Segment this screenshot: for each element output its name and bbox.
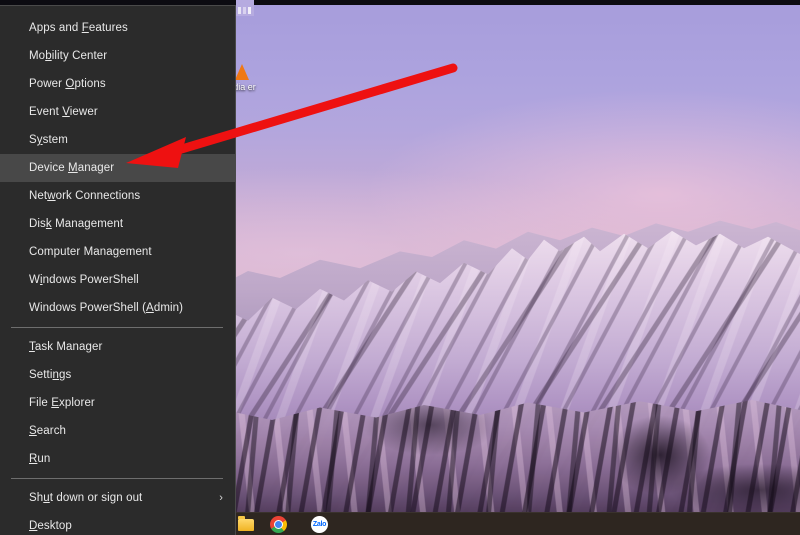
menu-item-shut-down-or-sign-out[interactable]: Shut down or sign out › bbox=[0, 484, 235, 512]
winx-power-user-menu: Apps and Features Mobility Center Power … bbox=[0, 5, 236, 535]
menu-item-task-manager[interactable]: Task Manager bbox=[0, 333, 235, 361]
menu-item-label: Shut down or sign out bbox=[29, 492, 142, 504]
menu-item-windows-powershell-admin[interactable]: Windows PowerShell (Admin) bbox=[0, 294, 235, 322]
taskbar-file-explorer-icon[interactable] bbox=[238, 516, 255, 533]
menu-item-settings[interactable]: Settings bbox=[0, 361, 235, 389]
menu-item-label: Apps and Features bbox=[29, 22, 128, 34]
chrome-icon-hub bbox=[274, 520, 283, 529]
vlc-cone-icon bbox=[235, 64, 249, 80]
menu-item-mobility-center[interactable]: Mobility Center bbox=[0, 42, 235, 70]
menu-item-label: Windows PowerShell bbox=[29, 274, 139, 286]
menu-item-event-viewer[interactable]: Event Viewer bbox=[0, 98, 235, 126]
menu-item-label: Task Manager bbox=[29, 341, 102, 353]
menu-item-label: System bbox=[29, 134, 68, 146]
taskbar-zalo-icon[interactable]: Zalo bbox=[311, 516, 328, 533]
menu-item-file-explorer[interactable]: File Explorer bbox=[0, 389, 235, 417]
menu-item-label: Mobility Center bbox=[29, 50, 107, 62]
menu-item-label: Event Viewer bbox=[29, 106, 98, 118]
menu-item-computer-management[interactable]: Computer Management bbox=[0, 238, 235, 266]
menu-item-system[interactable]: System bbox=[0, 126, 235, 154]
menu-item-device-manager[interactable]: Device Manager bbox=[0, 154, 235, 182]
folder-icon bbox=[238, 519, 254, 531]
menu-item-label: Run bbox=[29, 453, 50, 465]
taskbar-chrome-icon[interactable] bbox=[270, 516, 287, 533]
menu-item-network-connections[interactable]: Network Connections bbox=[0, 182, 235, 210]
menu-item-label: Desktop bbox=[29, 520, 72, 532]
menu-item-label: Computer Management bbox=[29, 246, 152, 258]
menu-item-run[interactable]: Run bbox=[0, 445, 235, 473]
menu-item-search[interactable]: Search bbox=[0, 417, 235, 445]
menu-item-desktop[interactable]: Desktop bbox=[0, 512, 235, 535]
zalo-icon: Zalo bbox=[311, 516, 328, 533]
menu-item-label: Search bbox=[29, 425, 66, 437]
chevron-right-icon: › bbox=[219, 484, 223, 512]
menu-item-label: Power Options bbox=[29, 78, 106, 90]
menu-item-label: Network Connections bbox=[29, 190, 140, 202]
menu-item-label: File Explorer bbox=[29, 397, 95, 409]
desktop-screen: edia er Zalo Apps and Features Mobility … bbox=[0, 0, 800, 535]
menu-item-label: Device Manager bbox=[29, 162, 114, 174]
menu-item-apps-and-features[interactable]: Apps and Features bbox=[0, 14, 235, 42]
menu-item-label: Windows PowerShell (Admin) bbox=[29, 302, 183, 314]
menu-item-windows-powershell[interactable]: Windows PowerShell bbox=[0, 266, 235, 294]
menu-item-power-options[interactable]: Power Options bbox=[0, 70, 235, 98]
menu-separator bbox=[11, 478, 223, 479]
menu-item-disk-management[interactable]: Disk Management bbox=[0, 210, 235, 238]
menu-item-label: Disk Management bbox=[29, 218, 123, 230]
chart-icon bbox=[236, 0, 254, 16]
menu-item-label: Settings bbox=[29, 369, 71, 381]
menu-separator bbox=[11, 327, 223, 328]
